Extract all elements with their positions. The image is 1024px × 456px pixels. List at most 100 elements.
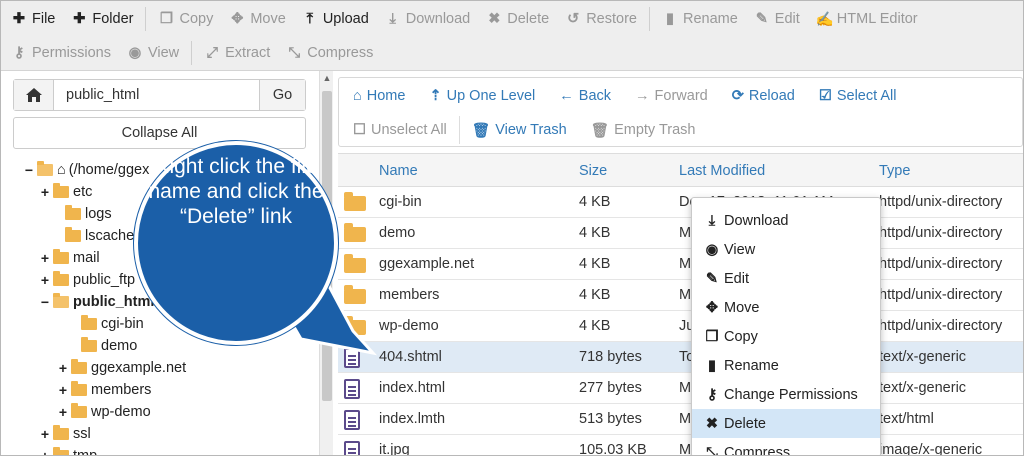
file-icon: ▮	[708, 357, 716, 374]
select-all-button[interactable]: ☑ Select All	[807, 88, 909, 104]
expand-icon[interactable]: +	[57, 360, 69, 376]
context-menu-item-delete[interactable]: ✖ Delete	[692, 409, 880, 438]
context-menu-item-change-permissions[interactable]: ⚷ Change Permissions	[692, 380, 880, 409]
tree-scrollbar[interactable]: ▲	[319, 71, 334, 455]
column-header-last-modified[interactable]: Last Modified	[679, 163, 765, 179]
collapse-icon[interactable]: −	[39, 294, 51, 310]
path-input[interactable]	[54, 80, 259, 110]
file-last-modified: M	[679, 287, 692, 303]
file-name[interactable]: members	[379, 287, 439, 303]
tree-item-etc[interactable]: + etc	[39, 181, 92, 203]
tree-item-mail[interactable]: + mail	[39, 247, 100, 269]
table-row[interactable]: it.jpg 105.03 KB Mimage/x-generic	[338, 435, 1023, 456]
move-toolbar-button[interactable]: ✥ Move	[221, 2, 293, 36]
expand-icon[interactable]: +	[57, 382, 69, 398]
extract-toolbar-button[interactable]: ⤢ Extract	[196, 36, 278, 70]
home-button[interactable]: ⌂ Home	[341, 88, 417, 104]
context-menu-item-compress[interactable]: ⤡ Compress	[692, 438, 880, 456]
tree-item-public-html[interactable]: − public_html	[39, 291, 154, 313]
collapse-icon[interactable]: −	[23, 162, 35, 178]
table-row[interactable]: cgi-bin4 KBDec 17, 2018, 11:01 AMhttpd/u…	[338, 187, 1023, 218]
delete-toolbar-button[interactable]: ✖ Delete	[478, 2, 557, 36]
file-last-modified: M	[679, 225, 692, 241]
tree-item-home-ggex[interactable]: − ⌂ (/home/ggex	[23, 159, 149, 181]
back-button[interactable]: ← Back	[547, 88, 623, 104]
table-row[interactable]: demo 4 KB Mhttpd/unix-directory	[338, 218, 1023, 249]
tree-item-lscache[interactable]: lscache	[51, 225, 134, 247]
file-name[interactable]: index.lmth	[379, 411, 445, 427]
file-name[interactable]: index.html	[379, 380, 445, 396]
file-name[interactable]: ggexample.net	[379, 256, 474, 272]
tree-item-logs[interactable]: logs	[51, 203, 112, 225]
arrow-right-icon: →	[635, 88, 650, 104]
tree-item-public-ftp[interactable]: + public_ftp	[39, 269, 135, 291]
context-menu-item-edit[interactable]: ✎ Edit	[692, 264, 880, 293]
home-button[interactable]	[14, 80, 54, 110]
expand-icon[interactable]: +	[39, 448, 51, 455]
html-editor-toolbar-button[interactable]: ✍ HTML Editor	[808, 2, 926, 36]
context-menu-item-move[interactable]: ✥ Move	[692, 293, 880, 322]
table-row[interactable]: members 4 KB Mhttpd/unix-directory	[338, 280, 1023, 311]
rename-toolbar-button[interactable]: ▮ Rename	[654, 2, 746, 36]
file-toolbar-button[interactable]: ✚ File	[3, 2, 63, 36]
compress-toolbar-button[interactable]: ⤡ Compress	[278, 36, 381, 70]
table-row[interactable]: 404.shtml 718 bytes To text/x-generic	[338, 342, 1023, 373]
tree-item-wp-demo[interactable]: + wp-demo	[57, 401, 151, 423]
expand-icon[interactable]: +	[57, 404, 69, 420]
column-header-type[interactable]: Type	[879, 163, 910, 179]
up-one-level-button[interactable]: ⇡ Up One Level	[417, 88, 547, 104]
view-toolbar-button[interactable]: ◉ View	[119, 36, 187, 70]
file-last-modified: M	[679, 442, 692, 456]
tree-item-cgi-bin[interactable]: cgi-bin	[67, 313, 144, 335]
download-toolbar-button[interactable]: ⤓ Download	[377, 2, 479, 36]
file-name[interactable]: demo	[379, 225, 415, 241]
scroll-up-arrow-icon[interactable]: ▲	[320, 73, 334, 83]
context-menu-item-view[interactable]: ◉ View	[692, 235, 880, 264]
file-name[interactable]: 404.shtml	[379, 349, 442, 365]
toolbar-divider	[648, 7, 650, 31]
upload-toolbar-button[interactable]: ⤒ Upload	[294, 2, 377, 36]
edit-toolbar-button[interactable]: ✎ Edit	[746, 2, 808, 36]
context-menu-label: View	[724, 241, 756, 258]
download-icon: ⤓	[389, 11, 396, 27]
view-trash-button[interactable]: 🗑 View Trash	[460, 122, 579, 139]
expand-icon[interactable]: +	[39, 272, 51, 288]
column-header-name[interactable]: Name	[379, 163, 418, 179]
restore-toolbar-button[interactable]: ↺ Restore	[557, 2, 645, 36]
table-row[interactable]: index.html 277 bytes Mtext/x-generic	[338, 373, 1023, 404]
table-row[interactable]: wp-demo 4 KB Ju httpd/unix-directory	[338, 311, 1023, 342]
context-menu-item-copy[interactable]: ❐ Copy	[692, 322, 880, 351]
context-menu-item-rename[interactable]: ▮ Rename	[692, 351, 880, 380]
tree-item-ssl[interactable]: + ssl	[39, 423, 91, 445]
document-icon	[344, 379, 360, 403]
folder-toolbar-button[interactable]: ✚ Folder	[63, 2, 141, 36]
file-name[interactable]: it.jpg	[379, 442, 410, 455]
column-header-size[interactable]: Size	[579, 163, 607, 179]
expand-icon[interactable]: +	[39, 184, 51, 200]
copy-toolbar-button[interactable]: ❐ Copy	[150, 2, 221, 36]
reload-button[interactable]: ⟳ Reload	[720, 88, 807, 104]
scrollbar-thumb[interactable]	[322, 91, 332, 401]
tree-item-demo[interactable]: demo	[67, 335, 137, 357]
context-menu-item-download[interactable]: ⤓ Download	[692, 206, 880, 235]
go-button[interactable]: Go	[259, 80, 305, 110]
tree-item-tmp[interactable]: + tmp	[39, 445, 97, 455]
file-type: httpd/unix-directory	[879, 287, 1003, 303]
table-row[interactable]: index.lmth 513 bytes Mtext/html	[338, 404, 1023, 435]
expand-icon[interactable]: +	[39, 426, 51, 442]
forward-button[interactable]: → Forward	[623, 88, 720, 104]
collapse-all-button[interactable]: Collapse All	[13, 117, 306, 149]
expand-icon[interactable]: +	[39, 250, 51, 266]
tree-item-ggexample-net[interactable]: + ggexample.net	[57, 357, 186, 379]
file-type: text/html	[879, 411, 934, 427]
folder-shape	[344, 254, 366, 273]
file-name[interactable]: wp-demo	[379, 318, 439, 334]
empty-trash-button[interactable]: 🗑 Empty Trash	[579, 122, 708, 139]
file-name[interactable]: cgi-bin	[379, 194, 422, 210]
unselect-all-button[interactable]: ☐ Unselect All	[341, 122, 459, 138]
table-row[interactable]: ggexample.net 4 KB Mhttpd/unix-directory	[338, 249, 1023, 280]
tree-item-members[interactable]: + members	[57, 379, 151, 401]
permissions-toolbar-button[interactable]: ⚷ Permissions	[3, 36, 119, 70]
file-last-modified: M	[679, 380, 692, 396]
toolbar-row-2: ⚷ Permissions ◉ View ⤢ Extract ⤡ Compress	[3, 36, 381, 70]
